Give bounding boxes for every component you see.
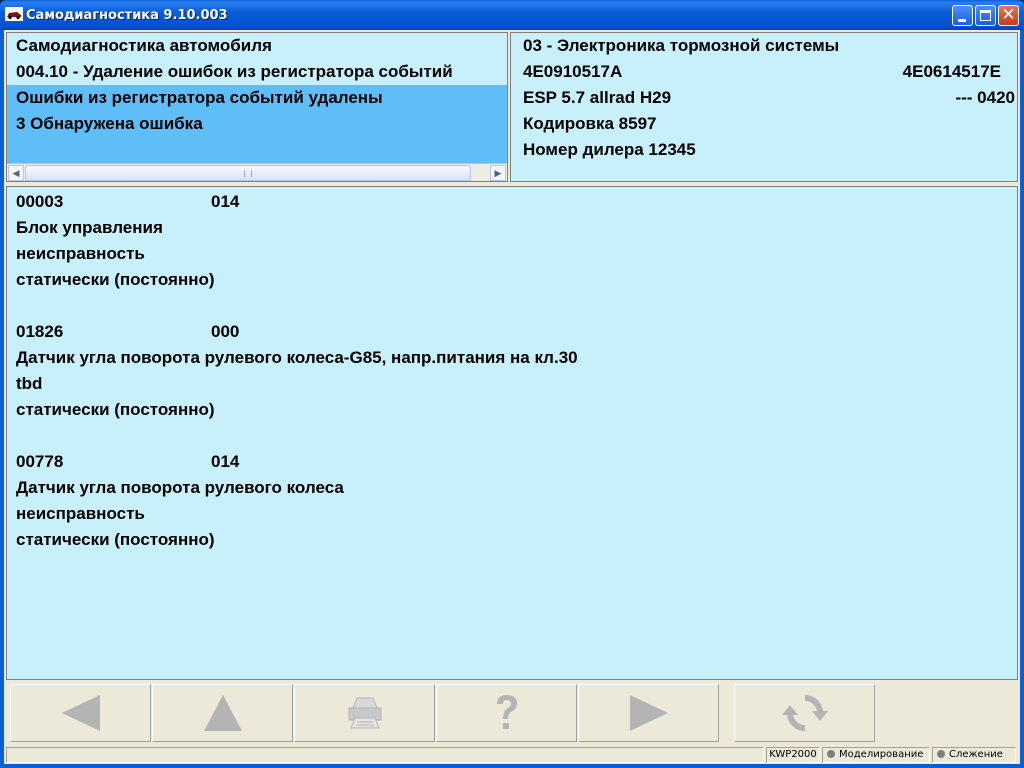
title-bar[interactable]: Самодиагностика 9.10.003 ✕ bbox=[0, 0, 1024, 30]
refresh-icon bbox=[781, 694, 828, 732]
toolbar bbox=[6, 682, 1018, 744]
close-icon: ✕ bbox=[1001, 5, 1016, 25]
ecu-info-panel: 03 - Электроника тормозной системы 4E091… bbox=[510, 32, 1018, 182]
simulation-label: Моделирование bbox=[839, 749, 924, 760]
question-mark-icon bbox=[496, 695, 517, 729]
fault-code: 00778 bbox=[16, 452, 64, 471]
fault-code: 00003 bbox=[16, 192, 64, 211]
ecu-part-number-alt: 4E0614517E bbox=[902, 62, 1001, 81]
ecu-part-number: 4E0910517A bbox=[523, 62, 623, 81]
nav-line-fault-count[interactable]: 3 Обнаружена ошибка bbox=[16, 111, 203, 137]
fault-status: статически (постоянно) bbox=[16, 270, 215, 289]
ecu-version: --- 0420 bbox=[955, 88, 1015, 107]
fault-subcode: 000 bbox=[211, 322, 240, 341]
fault-type: неисправность bbox=[16, 504, 145, 523]
client-area: Самодиагностика автомобиля 004.10 - Удал… bbox=[4, 30, 1020, 764]
status-message-panel bbox=[6, 747, 764, 763]
scroll-right-button[interactable]: ▶ bbox=[490, 165, 506, 181]
trace-label: Слежение bbox=[949, 749, 1003, 760]
nav-line-function[interactable]: 004.10 - Удаление ошибок из регистратора… bbox=[16, 59, 453, 85]
minimize-button[interactable] bbox=[952, 5, 973, 26]
maximize-button[interactable] bbox=[975, 5, 996, 26]
fault-status: статически (постоянно) bbox=[16, 400, 215, 419]
maximize-icon bbox=[980, 10, 991, 21]
printer-icon bbox=[348, 697, 381, 729]
arrow-up-icon bbox=[203, 695, 242, 731]
navigation-panel[interactable]: Самодиагностика автомобиля 004.10 - Удал… bbox=[6, 32, 508, 182]
back-button[interactable] bbox=[10, 684, 151, 742]
status-bar: KWP2000 Моделирование Слежение bbox=[6, 746, 1018, 764]
ecu-component: ESP 5.7 allrad H29 bbox=[523, 88, 672, 107]
ecu-coding: Кодировка 8597 bbox=[523, 114, 657, 133]
protocol-label: KWP2000 bbox=[769, 749, 817, 760]
trace-status: Слежение bbox=[932, 747, 1016, 763]
window-title: Самодиагностика 9.10.003 bbox=[26, 8, 228, 23]
fault-description: Датчик угла поворота рулевого колеса-G85… bbox=[16, 348, 578, 367]
minimize-icon bbox=[958, 19, 966, 22]
forward-button[interactable] bbox=[578, 684, 719, 742]
simulation-indicator-icon bbox=[827, 750, 835, 758]
arrow-left-icon bbox=[61, 695, 100, 731]
fault-list: 00003 014 Блок управления неисправность … bbox=[6, 186, 1018, 680]
ecu-dealer: Номер дилера 12345 bbox=[523, 140, 696, 159]
nav-line-vehicle[interactable]: Самодиагностика автомобиля bbox=[16, 33, 272, 59]
help-button[interactable] bbox=[436, 684, 577, 742]
scroll-grip-icon bbox=[244, 170, 252, 177]
close-button[interactable]: ✕ bbox=[998, 5, 1019, 26]
fault-subcode: 014 bbox=[211, 192, 240, 211]
scroll-left-button[interactable]: ◀ bbox=[8, 165, 24, 181]
nav-line-result[interactable]: Ошибки из регистратора событий удалены bbox=[16, 85, 383, 111]
fault-subcode: 014 bbox=[211, 452, 240, 471]
fault-type: tbd bbox=[16, 374, 43, 393]
arrow-right-icon bbox=[629, 695, 668, 731]
refresh-button[interactable] bbox=[734, 684, 875, 742]
fault-status: статически (постоянно) bbox=[16, 530, 215, 549]
simulation-status: Моделирование bbox=[822, 747, 930, 763]
fault-code: 01826 bbox=[16, 322, 64, 341]
scroll-thumb[interactable] bbox=[25, 165, 471, 181]
up-button[interactable] bbox=[152, 684, 293, 742]
window-frame: Самодиагностика автомобиля 004.10 - Удал… bbox=[0, 30, 1024, 768]
fault-type: неисправность bbox=[16, 244, 145, 263]
fault-description: Блок управления bbox=[16, 218, 163, 237]
car-app-icon bbox=[5, 7, 23, 21]
horizontal-scrollbar[interactable]: ◀ ▶ bbox=[7, 163, 507, 181]
trace-indicator-icon bbox=[937, 750, 945, 758]
protocol-status: KWP2000 bbox=[766, 747, 820, 763]
print-button[interactable] bbox=[294, 684, 435, 742]
fault-description: Датчик угла поворота рулевого колеса bbox=[16, 478, 344, 497]
ecu-system: 03 - Электроника тормозной системы bbox=[523, 36, 840, 55]
